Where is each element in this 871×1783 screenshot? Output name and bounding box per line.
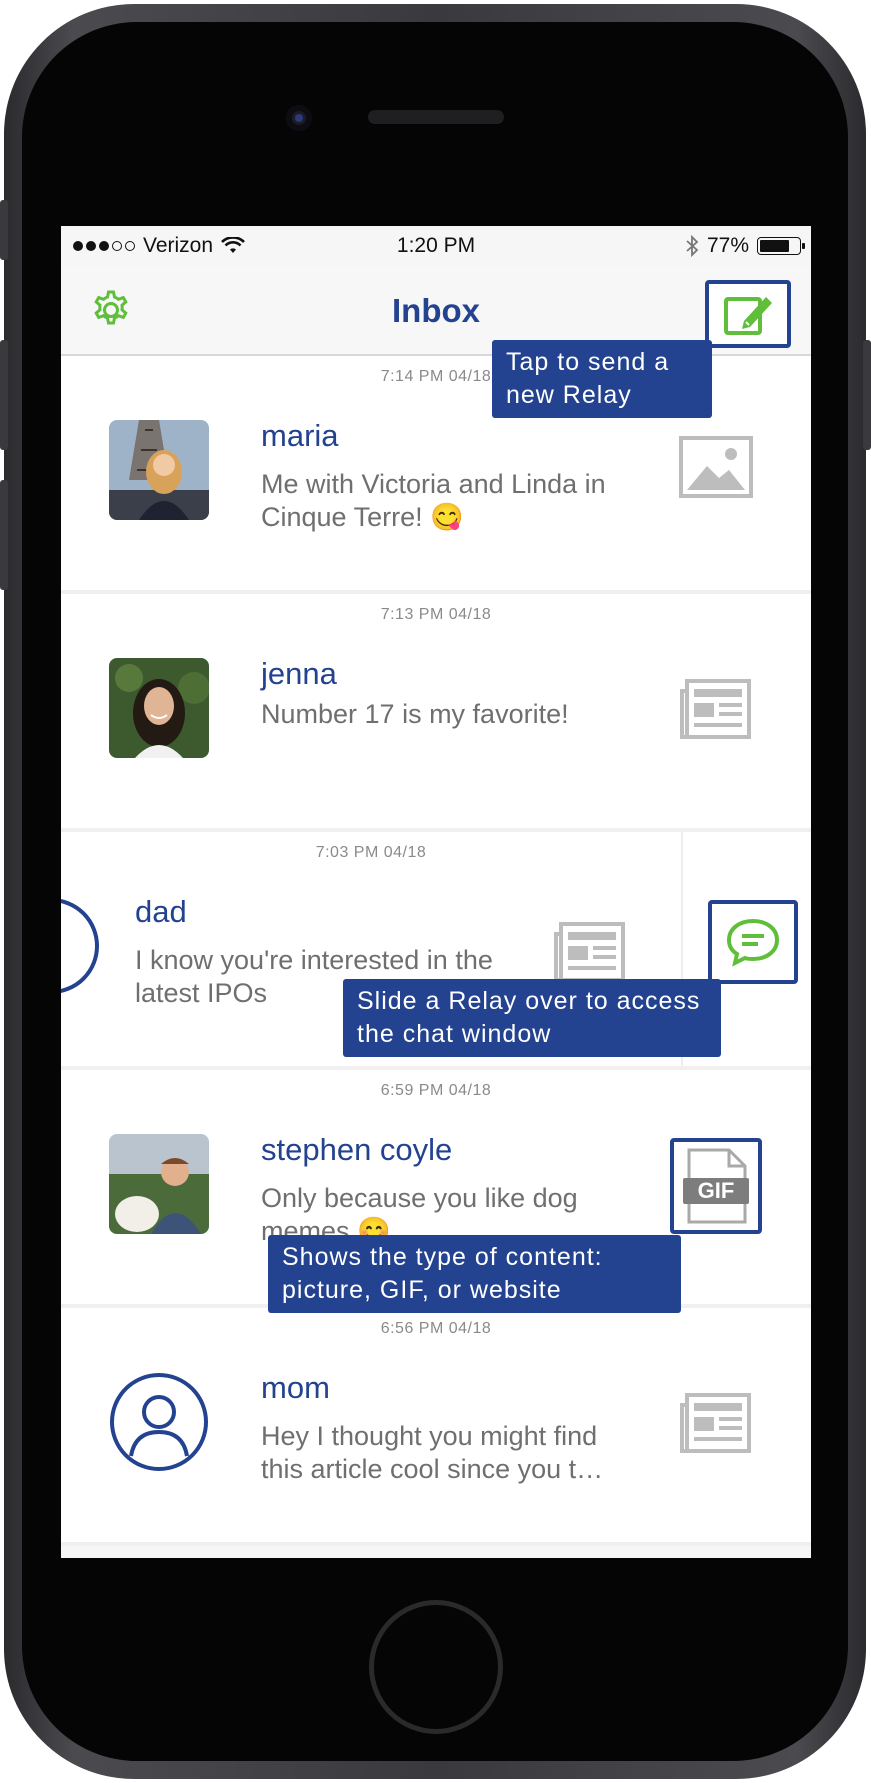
chat-bubble-icon: [726, 918, 780, 967]
app-screen: Verizon 1:20 PM 77% Inbox 7:14 PM 04/18 …: [61, 226, 811, 1558]
avatar-photo-jenna: [109, 658, 209, 758]
avatar-photo-eiffel: [109, 420, 209, 520]
message-row[interactable]: 7:13 PM 04/18 jenna Number 17 is my favo…: [61, 594, 811, 832]
status-right-group: 77%: [685, 234, 805, 258]
bluetooth-icon: [686, 235, 699, 257]
message-timestamp: 7:13 PM 04/18: [380, 606, 492, 623]
battery-icon: [757, 237, 805, 255]
message-timestamp: 6:56 PM 04/18: [380, 1320, 492, 1337]
chat-button[interactable]: [708, 900, 798, 984]
sender-name: maria: [261, 418, 339, 453]
page-title: Inbox: [392, 292, 480, 329]
message-timestamp: 7:03 PM 04/18: [315, 844, 427, 861]
status-bar: Verizon 1:20 PM 77%: [61, 226, 811, 266]
callout-content-type: Shows the type of content: picture, GIF,…: [268, 1235, 681, 1313]
sender-name: mom: [261, 1370, 330, 1405]
volume-up-button: [0, 340, 8, 450]
article-icon: [554, 922, 625, 982]
front-camera: [286, 105, 312, 131]
earpiece-speaker: [368, 110, 504, 124]
image-icon: [679, 436, 753, 498]
avatar-photo-stephen: [109, 1134, 209, 1234]
message-preview: Me with Victoria and Linda in Cinque Ter…: [261, 469, 606, 532]
message-row[interactable]: 6:56 PM 04/18 mom Hey I thought you migh…: [61, 1308, 811, 1546]
avatar: [109, 420, 209, 520]
article-icon: [680, 679, 751, 739]
message-preview: Hey I thought you might find this articl…: [261, 1421, 604, 1484]
default-user-icon: [61, 899, 99, 993]
sender-name: dad: [135, 894, 187, 929]
avatar: [109, 658, 209, 758]
volume-down-button: [0, 480, 8, 590]
gif-content-type-button[interactable]: GIF: [670, 1138, 762, 1234]
default-user-icon: [110, 1373, 208, 1471]
callout-slide: Slide a Relay over to access the chat wi…: [343, 979, 721, 1057]
article-icon: [680, 1393, 751, 1453]
message-timestamp: 6:59 PM 04/18: [380, 1082, 492, 1099]
gif-file-icon: GIF: [683, 1148, 749, 1224]
compose-icon: [724, 297, 772, 335]
sender-name: stephen coyle: [261, 1132, 453, 1167]
message-preview: Number 17 is my favorite!: [261, 699, 569, 729]
battery-percent: 77%: [706, 234, 749, 257]
home-button[interactable]: [369, 1600, 503, 1734]
compose-button[interactable]: [705, 280, 791, 348]
mute-switch: [0, 200, 8, 260]
power-button: [863, 340, 871, 450]
avatar: [109, 1134, 209, 1234]
svg-text:GIF: GIF: [698, 1178, 735, 1203]
sender-name: jenna: [261, 656, 337, 691]
message-list: 7:14 PM 04/18 maria Me with Victoria and…: [61, 356, 811, 1546]
callout-compose: Tap to send a new Relay: [492, 340, 712, 418]
